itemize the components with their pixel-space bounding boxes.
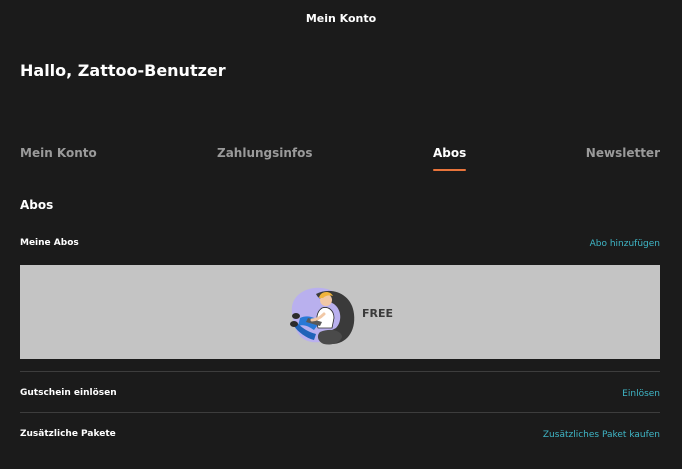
person-in-armchair-illustration xyxy=(290,287,355,345)
additional-packages-label: Zusätzliche Pakete xyxy=(20,429,116,439)
subscription-name: FREE xyxy=(362,307,394,320)
active-tab-indicator xyxy=(433,169,467,171)
subscription-card[interactable]: FREE xyxy=(20,265,660,359)
tab-abos-label: Abos xyxy=(433,146,467,160)
section-title: Abos xyxy=(20,198,54,212)
account-tabs: Mein Konto Zahlungsinfos Abos Newsletter xyxy=(20,146,660,174)
buy-additional-package-link[interactable]: Zusätzliches Paket kaufen xyxy=(543,430,660,440)
tab-mein-konto[interactable]: Mein Konto xyxy=(20,146,97,160)
greeting-heading: Hallo, Zattoo-Benutzer xyxy=(20,61,226,80)
my-subscriptions-label: Meine Abos xyxy=(20,238,79,248)
redeem-voucher-label: Gutschein einlösen xyxy=(20,388,117,398)
tab-abos[interactable]: Abos xyxy=(433,146,467,171)
add-subscription-link[interactable]: Abo hinzufügen xyxy=(590,239,660,249)
tab-zahlungsinfos[interactable]: Zahlungsinfos xyxy=(217,146,313,160)
redeem-voucher-link[interactable]: Einlösen xyxy=(622,389,660,399)
divider xyxy=(20,371,660,372)
tab-newsletter[interactable]: Newsletter xyxy=(586,146,660,160)
page-title: Mein Konto xyxy=(305,12,377,25)
divider xyxy=(20,412,660,413)
